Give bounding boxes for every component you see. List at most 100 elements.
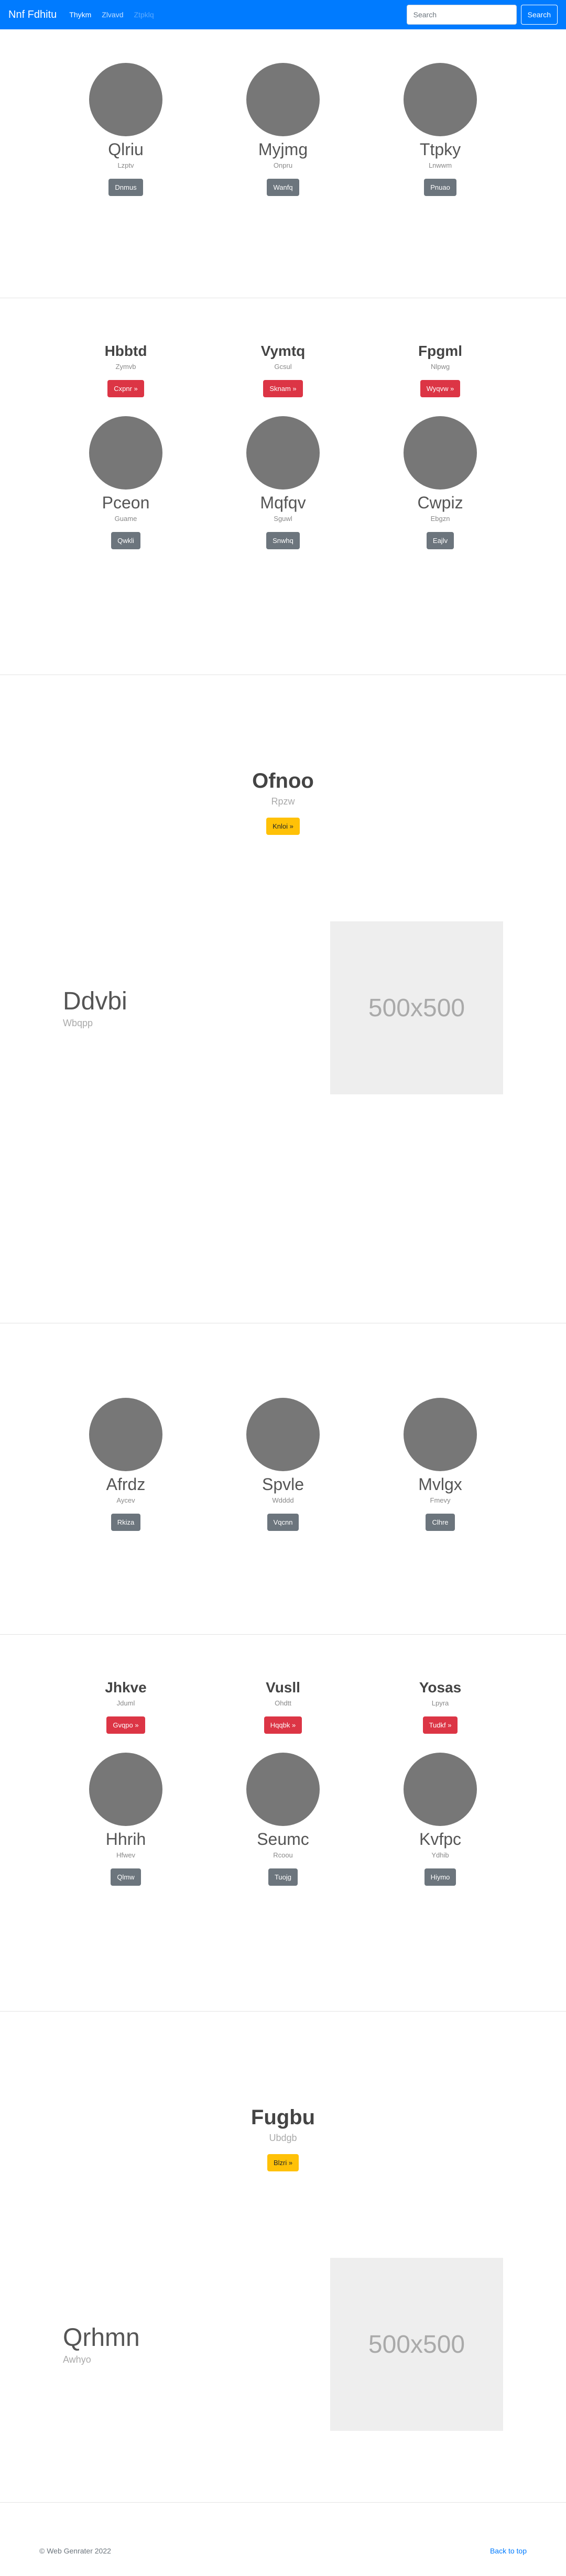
person-subtitle: Onpru [273, 161, 293, 170]
back-to-top-link[interactable]: Back to top [490, 2547, 527, 2555]
avatar [404, 1753, 477, 1826]
person-subtitle: Guame [114, 515, 137, 523]
avatar [246, 63, 320, 136]
person-subtitle: Ydhib [431, 1851, 449, 1860]
nav-link-1[interactable]: Thykm [69, 10, 91, 19]
heading-card: Hbbtd Zymvb Cxpnr » [47, 343, 204, 397]
person-button[interactable]: Clhre [426, 1514, 455, 1531]
search-input[interactable] [406, 5, 517, 25]
feature-title: Ddvbi [63, 987, 127, 1015]
avatar [246, 1753, 320, 1826]
heading-title: Fpgml [418, 343, 462, 359]
heading-title: Vusll [266, 1679, 300, 1695]
person-name: Hhrih [105, 1830, 146, 1849]
avatar [404, 416, 477, 490]
section-people-1: Qlriu Lzptv Dnmus Myjmg Onpru Wanfq Ttpk… [0, 29, 566, 298]
heading-card: Vusll Ohdtt Hqqbk » [204, 1679, 362, 1734]
person-subtitle: Fmevy [430, 1496, 451, 1505]
person-card: Pceon Guame Qwkli [47, 416, 204, 550]
person-card: Mvlgx Fmevy Clhre [362, 1398, 519, 1531]
avatar [404, 63, 477, 136]
brand-logo[interactable]: Nnf Fdhitu [8, 9, 57, 21]
heading-button[interactable]: Sknam » [263, 380, 303, 397]
person-card: Kvfpc Ydhib Hiymo [362, 1753, 519, 1886]
person-button[interactable]: Snwhq [266, 532, 300, 550]
heading-card: Vymtq Gcsul Sknam » [204, 343, 362, 397]
hero-button[interactable]: Blzri » [267, 2154, 299, 2171]
heading-title: Yosas [419, 1679, 462, 1695]
footer-copyright: © Web Genrater 2022 [39, 2547, 111, 2555]
heading-title: Hbbtd [104, 343, 147, 359]
hero-section-2: Fugbu Ubdgb Blzri » [0, 2012, 566, 2258]
feature-section-2: Qrhmn Awhyo 500x500 [0, 2258, 566, 2502]
feature-subtitle: Wbqpp [63, 1018, 93, 1028]
section-headings-2: Jhkve Jduml Gvqpo » Vusll Ohdtt Hqqbk » … [0, 1635, 566, 2011]
person-card: Cwpiz Ebgzn Eajlv [362, 416, 519, 550]
person-name: Pceon [102, 493, 150, 512]
feature-text: Qrhmn Awhyo [63, 2323, 330, 2365]
feature-subtitle: Awhyo [63, 2354, 91, 2365]
person-button[interactable]: Vqcnn [267, 1514, 299, 1531]
person-subtitle: Wdddd [272, 1496, 294, 1505]
person-subtitle: Hfwev [116, 1851, 136, 1860]
person-button[interactable]: Qwkli [111, 532, 140, 550]
heading-button[interactable]: Wyqvw » [420, 380, 461, 397]
avatar [89, 1753, 162, 1826]
person-button[interactable]: Wanfq [267, 179, 299, 197]
person-card: Seumc Rcoou Tuojg [204, 1753, 362, 1886]
person-name: Ttpky [419, 140, 461, 159]
person-button[interactable]: Tuojg [268, 1868, 298, 1886]
nav-link-3: Ztpklq [134, 10, 154, 19]
person-button[interactable]: Rkiza [111, 1514, 141, 1531]
person-name: Mqfqv [260, 493, 306, 512]
person-button[interactable]: Hiymo [424, 1868, 456, 1886]
person-card: Afrdz Aycev Rkiza [47, 1398, 204, 1531]
avatar [89, 416, 162, 490]
person-button[interactable]: Dnmus [108, 179, 143, 197]
person-button[interactable]: Eajlv [426, 532, 454, 550]
placeholder-image: 500x500 [330, 921, 503, 1094]
feature-title: Qrhmn [63, 2324, 140, 2352]
person-button[interactable]: Qlmw [111, 1868, 141, 1886]
person-subtitle: Sguwl [274, 515, 292, 523]
avatar [89, 1398, 162, 1471]
person-card: Qlriu Lzptv Dnmus [47, 63, 204, 197]
section-headings-1: Hbbtd Zymvb Cxpnr » Vymtq Gcsul Sknam » … [0, 298, 566, 675]
hero-section-1: Ofnoo Rpzw Knloi » [0, 675, 566, 921]
heading-card: Jhkve Jduml Gvqpo » [47, 1679, 204, 1734]
search-button[interactable]: Search [520, 5, 558, 25]
person-name: Seumc [257, 1830, 309, 1849]
person-card: Hhrih Hfwev Qlmw [47, 1753, 204, 1886]
heading-subtitle: Lpyra [431, 1699, 449, 1707]
hero-title: Ofnoo [252, 769, 314, 792]
placeholder-image: 500x500 [330, 2258, 503, 2431]
section-people-3: Afrdz Aycev Rkiza Spvle Wdddd Vqcnn Mvlg… [0, 1323, 566, 1634]
person-name: Cwpiz [417, 493, 463, 512]
heading-title: Jhkve [105, 1679, 147, 1695]
heading-subtitle: Ohdtt [275, 1699, 291, 1707]
heading-subtitle: Jduml [116, 1699, 135, 1707]
heading-subtitle: Zymvb [115, 363, 136, 371]
hero-title: Fugbu [251, 2106, 315, 2129]
nav-link-2[interactable]: Zlvavd [102, 10, 123, 19]
avatar [404, 1398, 477, 1471]
person-name: Qlriu [108, 140, 144, 159]
heading-button[interactable]: Tudkf » [422, 1716, 458, 1734]
heading-title: Vymtq [260, 343, 306, 359]
heading-button[interactable]: Hqqbk » [264, 1716, 302, 1734]
feature-text: Ddvbi Wbqpp [63, 987, 330, 1029]
person-name: Spvle [262, 1475, 304, 1494]
heading-button[interactable]: Cxpnr » [107, 380, 144, 397]
person-button[interactable]: Pnuao [424, 179, 456, 197]
feature-section-1: Ddvbi Wbqpp 500x500 [0, 921, 566, 1323]
hero-subtitle: Ubdgb [269, 2133, 297, 2143]
hero-button[interactable]: Knloi » [266, 818, 300, 835]
person-card: Spvle Wdddd Vqcnn [204, 1398, 362, 1531]
navbar: Nnf Fdhitu Thykm Zlvavd Ztpklq Search [0, 0, 566, 29]
person-name: Mvlgx [418, 1475, 462, 1494]
heading-subtitle: Gcsul [274, 363, 292, 371]
person-name: Kvfpc [419, 1830, 462, 1849]
heading-subtitle: Nlpwg [430, 363, 450, 371]
heading-card: Fpgml Nlpwg Wyqvw » [362, 343, 519, 397]
heading-button[interactable]: Gvqpo » [106, 1716, 145, 1734]
